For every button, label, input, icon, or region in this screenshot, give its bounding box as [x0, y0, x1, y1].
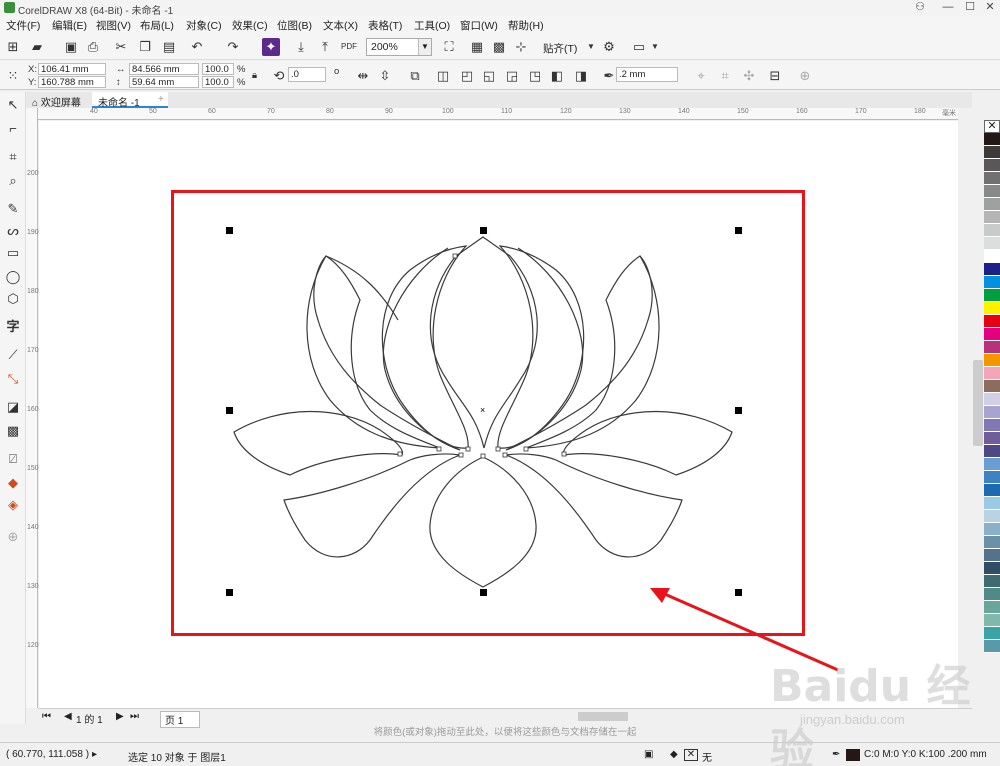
color-swatch[interactable]	[984, 172, 1000, 185]
baidu-watermark-logo: Baidu 经验	[770, 661, 971, 766]
scrollbar-thumb[interactable]	[973, 360, 983, 446]
vertical-scrollbar[interactable]	[972, 94, 984, 714]
selection-handle[interactable]	[735, 407, 742, 414]
selection-handle[interactable]	[735, 227, 742, 234]
color-swatch[interactable]	[984, 250, 1000, 263]
color-swatch[interactable]	[984, 315, 1000, 328]
color-swatch[interactable]	[984, 237, 1000, 250]
fill-status: 无	[702, 753, 712, 764]
color-swatch[interactable]	[984, 133, 1000, 146]
watermark-url: jingyan.baidu.com	[800, 712, 905, 727]
color-swatch[interactable]	[984, 198, 1000, 211]
no-fill-icon: ✕	[684, 749, 698, 761]
selection-handle[interactable]	[226, 407, 233, 414]
color-swatch[interactable]	[984, 211, 1000, 224]
color-swatch[interactable]	[984, 523, 1000, 536]
color-swatch[interactable]	[984, 393, 1000, 406]
color-swatch[interactable]	[984, 497, 1000, 510]
color-swatch[interactable]	[984, 432, 1000, 445]
color-swatch[interactable]	[984, 341, 1000, 354]
color-swatch[interactable]	[984, 289, 1000, 302]
color-swatch[interactable]	[984, 185, 1000, 198]
color-proof-icon[interactable]: ▣	[644, 749, 653, 760]
color-swatch[interactable]	[984, 367, 1000, 380]
color-swatch[interactable]	[984, 588, 1000, 601]
selection-handle[interactable]	[226, 589, 233, 596]
color-swatch[interactable]	[984, 224, 1000, 237]
color-swatch[interactable]	[984, 419, 1000, 432]
last-page-icon[interactable]: ⏭	[130, 711, 139, 722]
selection-handle[interactable]	[735, 589, 742, 596]
color-palette	[984, 133, 1000, 713]
color-swatch[interactable]	[984, 380, 1000, 393]
horizontal-scrollbar-thumb[interactable]	[578, 712, 628, 721]
color-swatch[interactable]	[984, 471, 1000, 484]
color-swatch[interactable]	[984, 276, 1000, 289]
color-swatch[interactable]	[984, 536, 1000, 549]
cursor-coordinates: ( 60.770, 111.058 )	[6, 749, 90, 760]
color-swatch[interactable]	[984, 146, 1000, 159]
color-swatch[interactable]	[984, 601, 1000, 614]
prev-page-icon[interactable]: ◀	[64, 711, 72, 722]
color-swatch[interactable]	[984, 406, 1000, 419]
no-color-swatch[interactable]: ✕	[984, 120, 1000, 133]
color-swatch[interactable]	[984, 510, 1000, 523]
play-icon[interactable]: ▸	[92, 749, 97, 760]
color-swatch[interactable]	[984, 484, 1000, 497]
next-page-icon[interactable]: ▶	[116, 711, 124, 722]
color-swatch[interactable]	[984, 328, 1000, 341]
selection-handle[interactable]	[480, 227, 487, 234]
color-swatch[interactable]	[984, 445, 1000, 458]
color-swatch[interactable]	[984, 562, 1000, 575]
color-swatch[interactable]	[984, 159, 1000, 172]
color-swatch[interactable]	[984, 302, 1000, 315]
selection-info: 选定 10 对象 于 图层1	[128, 753, 226, 764]
color-swatch[interactable]	[984, 549, 1000, 562]
color-swatch[interactable]	[984, 614, 1000, 627]
fill-bucket-icon[interactable]: ◆	[670, 749, 678, 760]
first-page-icon[interactable]: ⏮	[42, 711, 51, 722]
selection-handle[interactable]	[480, 589, 487, 596]
color-swatch[interactable]	[984, 458, 1000, 471]
color-swatch[interactable]	[984, 354, 1000, 367]
selection-handle[interactable]	[226, 227, 233, 234]
highlight-rectangle	[171, 190, 805, 636]
color-swatch[interactable]	[984, 575, 1000, 588]
color-swatch[interactable]	[984, 627, 1000, 640]
color-swatch[interactable]	[984, 263, 1000, 276]
